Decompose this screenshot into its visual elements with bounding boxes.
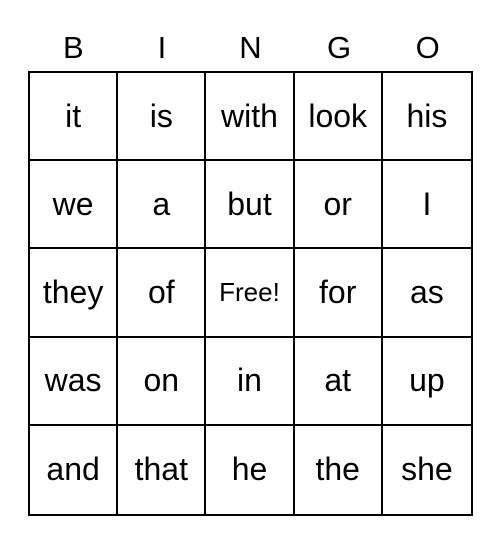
bingo-grid: it is with look his we a but or I they o… (28, 71, 473, 516)
bingo-cell[interactable]: they (30, 249, 119, 338)
bingo-cell[interactable]: is (118, 73, 207, 162)
bingo-cell[interactable]: was (30, 337, 119, 426)
free-space-cell[interactable]: Free! (206, 249, 295, 338)
bingo-cell[interactable]: that (118, 425, 207, 514)
bingo-cell[interactable]: of (118, 249, 207, 338)
header-letter-o: O (415, 30, 440, 65)
bingo-cell[interactable]: we (30, 161, 119, 250)
bingo-cell[interactable]: the (295, 425, 383, 514)
bingo-cell[interactable]: at (294, 337, 383, 426)
bingo-cell[interactable]: it (30, 73, 119, 162)
header-letter-g: G (327, 30, 352, 65)
bingo-cell[interactable]: for (294, 249, 383, 338)
header-letter-b: B (62, 30, 84, 65)
bingo-cell[interactable]: up (382, 338, 471, 426)
bingo-cell[interactable]: look (294, 73, 383, 162)
bingo-cell[interactable]: I (382, 161, 471, 250)
bingo-cell[interactable]: or (294, 161, 383, 250)
bingo-header: B I N G O (29, 28, 472, 68)
bingo-cell[interactable]: his (382, 73, 471, 162)
bingo-cell[interactable]: as (382, 249, 471, 338)
bingo-cell[interactable]: with (206, 73, 295, 162)
header-letter-n: N (239, 30, 262, 65)
bingo-cell[interactable]: on (118, 337, 207, 426)
bingo-cell[interactable]: in (206, 337, 295, 426)
bingo-cell[interactable]: a (118, 161, 207, 250)
bingo-cell[interactable]: and (30, 425, 119, 514)
header-letter-i: I (157, 30, 167, 65)
bingo-cell[interactable]: but (206, 161, 295, 250)
bingo-cell[interactable]: she (383, 426, 471, 514)
bingo-cell[interactable]: he (206, 425, 295, 514)
